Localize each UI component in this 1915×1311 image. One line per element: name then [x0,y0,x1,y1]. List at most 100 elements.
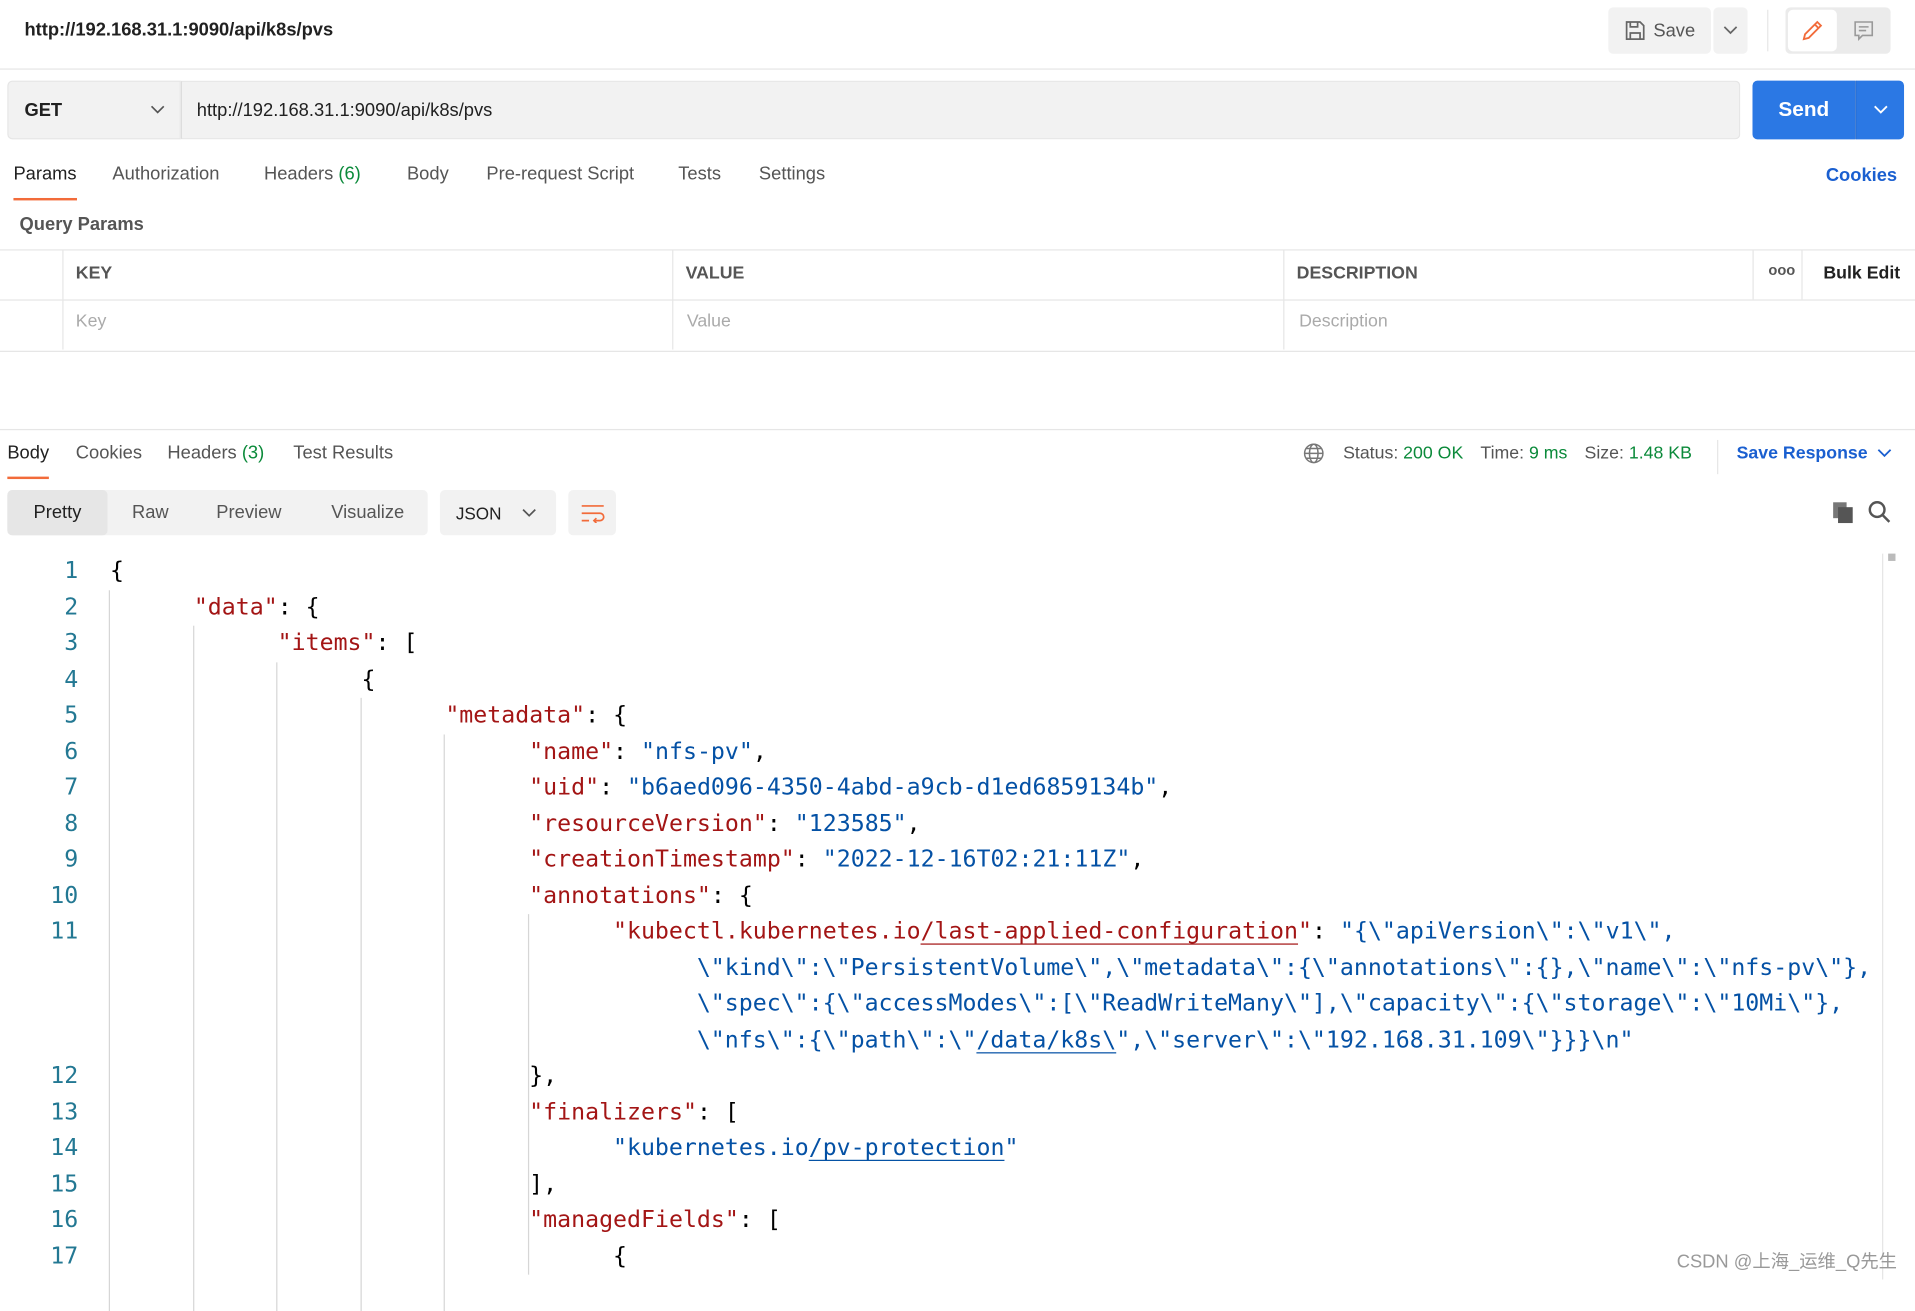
code-line: "kubectl.kubernetes.io/last-applied-conf… [613,914,1676,950]
response-tab-headers[interactable]: Headers (3) [167,442,264,463]
code-token: "uid" [529,773,600,801]
code-token: "creationTimestamp" [529,845,795,873]
column-divider [1283,250,1285,350]
chevron-down-icon [1723,26,1738,35]
code-token: }, [529,1062,558,1089]
code-token: ",\"server\":\"192.168.31.109\"}}}\n" [1116,1025,1634,1053]
tab-settings[interactable]: Settings [759,164,825,185]
tab-authorization[interactable]: Authorization [112,164,219,185]
code-line: "creationTimestamp": "2022-12-16T02:21:1… [529,842,1144,878]
code-line: }, [529,1058,557,1094]
tab-headers[interactable]: Headers (6) [264,164,361,185]
tab-body[interactable]: Body [407,164,449,185]
send-options-button[interactable] [1855,80,1905,140]
comments-button[interactable] [1839,10,1888,52]
code-line: "data": { [194,590,320,626]
save-label: Save [1653,20,1696,41]
globe-icon[interactable] [1303,442,1325,464]
tab-label: Headers [167,442,237,464]
row-divider [0,299,1915,301]
column-divider [672,250,674,350]
indent-guide [108,589,110,1311]
code-token: , [906,809,921,837]
line-number: 7 [64,773,79,801]
bulk-edit-button[interactable]: Bulk Edit [1823,264,1900,284]
code-token: , [1158,773,1173,801]
save-response-button[interactable]: Save Response [1737,444,1892,463]
tab-label: Body [406,163,449,185]
code-token: "items" [277,629,376,657]
code-token: , [752,737,767,765]
size-value[interactable]: 1.48 KB [1629,444,1692,464]
scrollbar-thumb[interactable] [1888,553,1896,561]
line-number: 8 [64,809,79,837]
code-line: "resourceVersion": "123585", [529,806,920,842]
code-link[interactable]: /data/k8s\ [976,1026,1116,1053]
code-token: : { [710,881,753,909]
value-input[interactable]: Value [687,312,1274,332]
view-visualize[interactable]: Visualize [331,502,404,523]
code-token: "2022-12-16T02:21:11Z" [822,845,1131,873]
code-link[interactable]: /last-applied-configuration [921,918,1298,945]
response-tab-body[interactable]: Body [7,442,50,480]
tab-params[interactable]: Params [13,164,77,201]
edit-mode-button[interactable] [1787,9,1837,52]
code-token: "resourceVersion" [529,809,767,837]
code-token: { [109,557,124,585]
key-input[interactable]: Key [76,312,663,332]
tab-label: Test Results [293,442,394,464]
line-number: 6 [64,737,79,765]
code-token: "name" [529,737,614,765]
column-value: VALUE [685,263,745,284]
code-token: : [599,773,628,801]
description-input[interactable]: Description [1299,312,1886,332]
view-preview[interactable]: Preview [216,502,281,523]
time-label: Time: [1480,443,1525,464]
tab-tests[interactable]: Tests [678,164,721,185]
code-line: { [361,662,375,698]
code-link[interactable]: /pv-protection [809,1134,1005,1161]
view-raw[interactable]: Raw [132,502,169,523]
tab-label: Authorization [112,163,220,185]
save-options-button[interactable] [1713,7,1748,54]
cookies-link[interactable]: Cookies [1826,165,1897,186]
comment-icon [1854,21,1874,42]
code-line: \"kind\":\"PersistentVolume\",\"metadata… [697,950,1871,986]
status-value[interactable]: 200 OK [1403,444,1463,464]
line-number: 16 [50,1206,79,1234]
copy-icon[interactable] [1832,501,1854,524]
line-number: 17 [50,1242,79,1270]
method-select[interactable]: GET [7,80,181,140]
headers-count: (3) [241,442,265,464]
search-icon[interactable] [1867,500,1891,524]
format-select[interactable]: JSON [439,490,557,536]
code-line: "finalizers": [ [529,1094,739,1130]
code-token: : [ [696,1098,739,1125]
code-token: \"nfs\":{\"path\":\" [696,1025,977,1053]
code-line: \"nfs\":{\"path\":\"/data/k8s\",\"server… [697,1022,1634,1058]
code-line: "metadata": { [445,698,627,734]
code-token: : [ [375,629,418,657]
status-label: Status: [1343,443,1399,464]
send-button[interactable]: Send [1752,80,1856,140]
save-button[interactable]: Save [1608,7,1711,54]
response-tab-test-results[interactable]: Test Results [293,442,393,463]
scrollbar-track[interactable] [1882,553,1884,1280]
column-divider [62,250,64,350]
code-line: ], [529,1166,557,1202]
line-number: 9 [64,845,79,873]
response-tab-cookies[interactable]: Cookies [76,442,142,463]
wrap-lines-button[interactable] [568,490,616,536]
indent-guide [444,733,446,1311]
line-number: 12 [50,1062,79,1089]
url-input[interactable]: http://192.168.31.1:9090/api/k8s/pvs [180,80,1741,140]
tab-label: Body [7,442,50,464]
time-value[interactable]: 9 ms [1529,444,1567,464]
code-line: "items": [ [278,626,418,662]
more-options-icon[interactable]: ooo [1768,262,1795,279]
tab-pre-request-script[interactable]: Pre-request Script [486,164,634,185]
view-pretty[interactable]: Pretty [7,490,108,536]
format-value: JSON [455,502,502,523]
divider [1767,9,1769,52]
line-number: 5 [64,701,79,729]
